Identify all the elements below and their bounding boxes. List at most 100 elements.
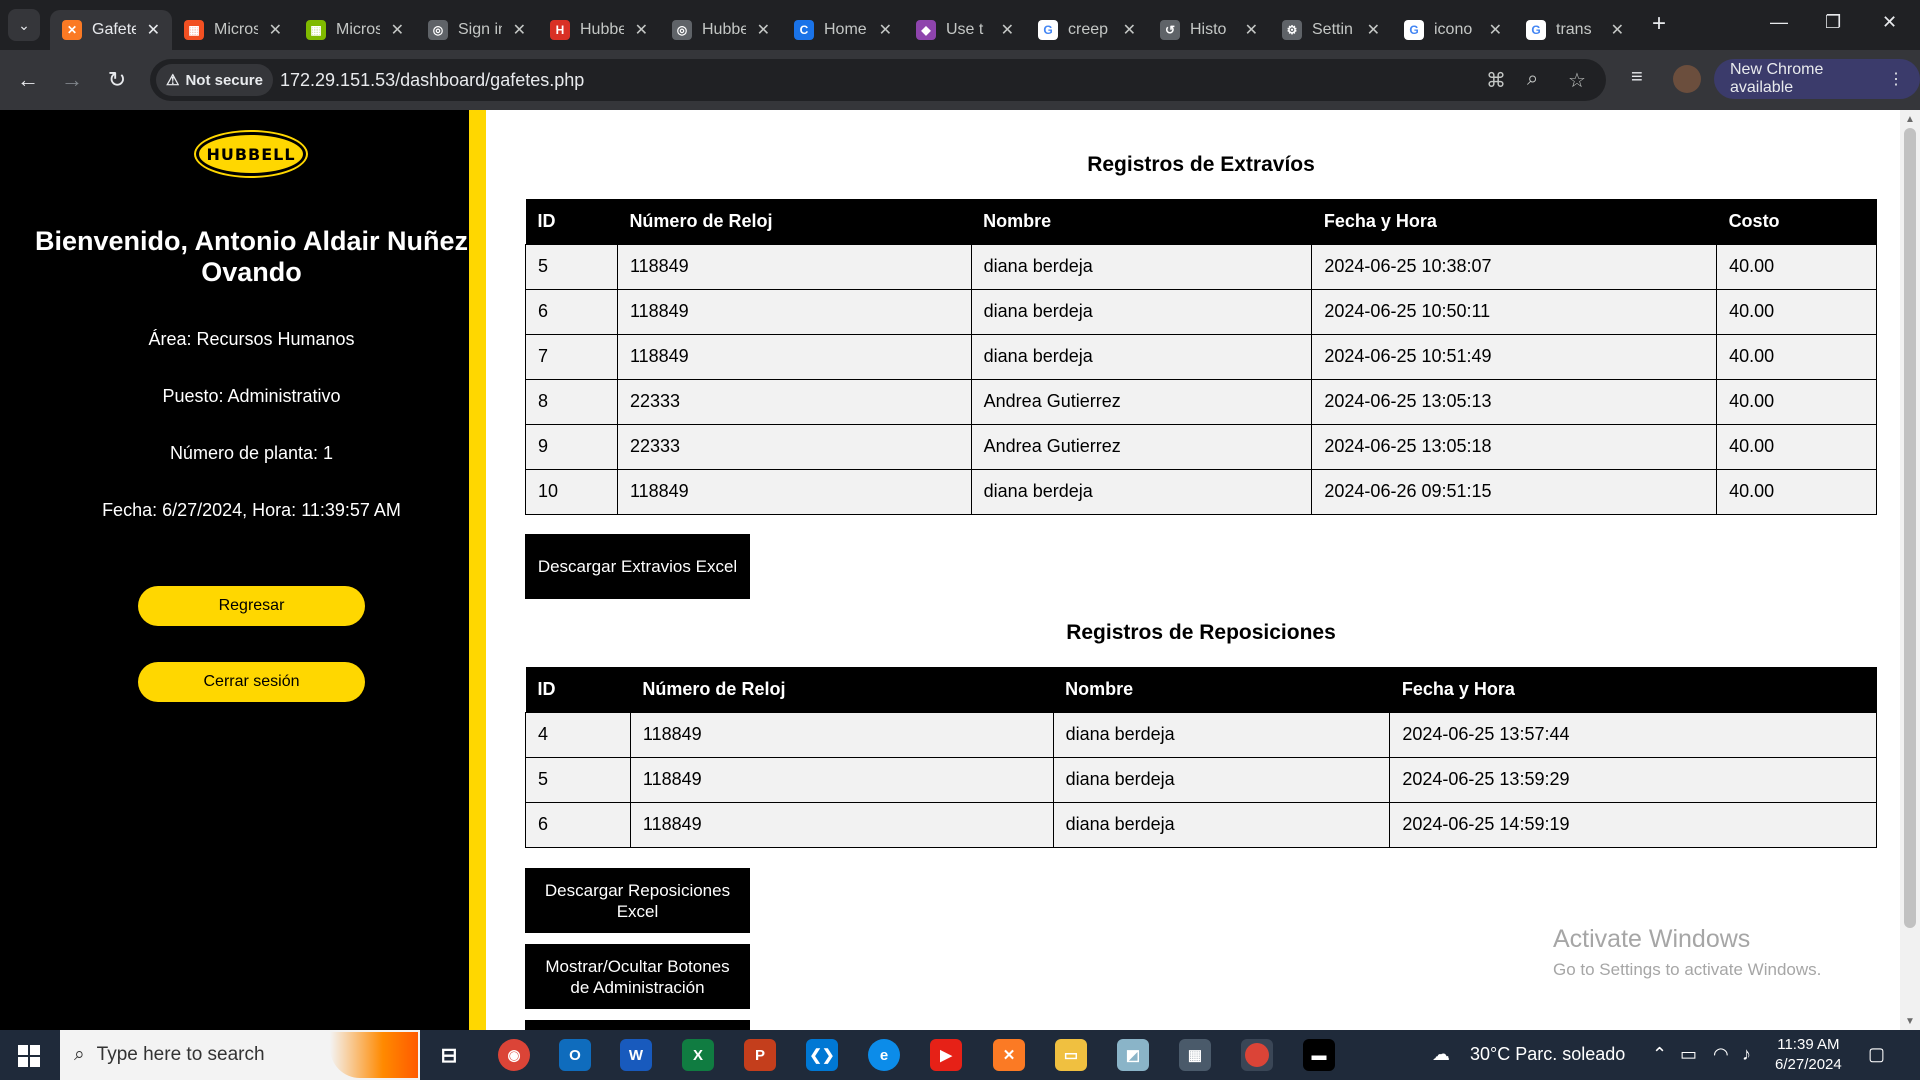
address-bar[interactable]: ⚠ Not secure 172.29.151.53/dashboard/gaf… (150, 59, 1606, 101)
security-chip[interactable]: ⚠ Not secure (156, 64, 273, 96)
tab-label: icono (1434, 21, 1473, 38)
volume-icon[interactable]: ♪ (1742, 1044, 1751, 1065)
close-icon[interactable]: ✕ (269, 20, 282, 40)
table-cell: 2024-06-25 13:57:44 (1389, 711, 1877, 758)
powerpoint-icon[interactable]: P (744, 1039, 776, 1071)
browser-tab-strip: ⌄ ✕ Gafetes ✕ ▦ Microsoft ✕ ▦ Microsoft ✕ ◎ Sign i… (0, 0, 1920, 50)
file-explorer-icon[interactable]: ▭ (1055, 1039, 1087, 1071)
close-icon[interactable]: ✕ (1611, 20, 1624, 40)
close-icon[interactable]: ✕ (1489, 20, 1502, 40)
browser-tab[interactable]: ✕ Gafetes ✕ (50, 10, 172, 50)
page-scrollbar[interactable]: ▲ ▼ (1900, 110, 1920, 1030)
browser-tab[interactable]: C Home ✕ (782, 10, 904, 50)
chrome-app-icon[interactable]: ◉ (498, 1039, 530, 1071)
close-icon[interactable]: ✕ (513, 20, 526, 40)
notifications-icon[interactable]: ▢ (1868, 1044, 1885, 1065)
download-extravios-button[interactable]: Descargar Extravios Excel (525, 534, 750, 599)
minimize-icon[interactable]: — (1770, 12, 1788, 33)
weather-text[interactable]: 30°C Parc. soleado (1470, 1044, 1625, 1065)
browser-tab[interactable]: ◎ Hubbell ✕ (660, 10, 782, 50)
table-cell: Andrea Gutierrez (970, 378, 1313, 425)
zoom-icon[interactable]: ⌕ (1527, 68, 1538, 91)
browser-tab[interactable]: H Hubbell ✕ (538, 10, 660, 50)
word-icon[interactable]: W (620, 1039, 652, 1071)
close-icon[interactable]: ✕ (1245, 20, 1258, 40)
table-cell: 40.00 (1716, 378, 1877, 425)
scroll-down-icon[interactable]: ▼ (1905, 1016, 1915, 1027)
scrollbar-thumb[interactable] (1904, 128, 1916, 928)
close-icon[interactable]: ✕ (879, 20, 892, 40)
google-icon: G (1526, 20, 1546, 40)
calculator-icon[interactable]: ▦ (1179, 1039, 1211, 1071)
table-row: 6 118849 diana berdeja 2024-06-25 10:50:11 4… (525, 288, 1877, 335)
table-cell: 118849 (629, 801, 1054, 848)
restore-icon[interactable]: ❐ (1825, 12, 1841, 33)
terminal-icon[interactable]: ▬ (1303, 1039, 1335, 1071)
browser-tab[interactable]: Gicono ✕ (1392, 10, 1514, 50)
security-label: Not secure (185, 71, 263, 89)
warning-icon: ⚠ (166, 72, 180, 89)
copilot-icon: ◆ (916, 20, 936, 40)
excel-icon[interactable]: X (682, 1039, 714, 1071)
task-view-icon[interactable]: ⊟ (433, 1039, 465, 1071)
more-menu-icon[interactable]: ⋮ (1888, 69, 1904, 89)
battery-icon[interactable]: ▭ (1680, 1044, 1697, 1065)
close-icon[interactable]: ✕ (147, 20, 160, 40)
url-text[interactable]: 172.29.151.53/dashboard/gafetes.php (280, 70, 584, 91)
back-arrow-icon[interactable]: ← (12, 64, 44, 96)
browser-tab[interactable]: ▦ Microsoft ✕ (172, 10, 294, 50)
windows-start-icon[interactable] (18, 1045, 40, 1067)
tab-label: Sign in (458, 21, 502, 38)
tab-label: Home (824, 21, 867, 38)
table-cell: 6 (525, 288, 618, 335)
logout-button[interactable]: Cerrar sesión (138, 662, 365, 702)
browser-tab[interactable]: ◎ Sign in ✕ (416, 10, 538, 50)
browser-tab[interactable]: Gcreep ✕ (1026, 10, 1148, 50)
tab-label: Hubbell (702, 21, 746, 38)
column-header: Nombre (1053, 667, 1390, 712)
chevron-up-icon[interactable]: ⌃ (1652, 1044, 1667, 1065)
wifi-icon[interactable]: ◠ (1713, 1044, 1729, 1065)
close-window-icon[interactable]: ✕ (1882, 12, 1897, 33)
microsoft-icon: ▦ (306, 20, 326, 40)
app-icon[interactable]: ◩ (1117, 1039, 1149, 1071)
scroll-up-icon[interactable]: ▲ (1905, 114, 1915, 125)
youtube-icon[interactable]: ▶ (930, 1039, 962, 1071)
close-icon[interactable]: ✕ (635, 20, 648, 40)
download-reposiciones-button[interactable]: Descargar Reposiciones Excel (525, 868, 750, 933)
outlook-icon[interactable]: O (559, 1039, 591, 1071)
tab-label: Gafetes (92, 21, 136, 38)
column-header: Número de Reloj (617, 199, 972, 244)
profile-avatar[interactable] (1673, 65, 1701, 93)
new-chrome-available-button[interactable]: New Chrome available ⋮ (1714, 59, 1920, 99)
regresar-button[interactable]: Regresar (138, 586, 365, 626)
clock-date: 6/27/2024 (1775, 1056, 1842, 1073)
reload-icon[interactable]: ↻ (101, 64, 133, 96)
browser-toolbar: ← → ↻ ⚠ Not secure 172.29.151.53/dashboa… (0, 50, 1920, 110)
browser-tab[interactable]: ◆ Use t ✕ (904, 10, 1026, 50)
close-icon[interactable]: ✕ (1367, 20, 1380, 40)
chrome-active-icon[interactable] (1241, 1039, 1273, 1071)
system-clock[interactable]: 11:39 AM 6/27/2024 (1775, 1035, 1842, 1075)
close-icon[interactable]: ✕ (1123, 20, 1136, 40)
media-control-icon[interactable]: ≡ (1631, 66, 1643, 89)
admin-button-partial[interactable] (525, 1020, 750, 1030)
close-icon[interactable]: ✕ (757, 20, 770, 40)
xampp-icon[interactable]: ✕ (993, 1039, 1025, 1071)
tab-search-button[interactable]: ⌄ (8, 9, 40, 41)
browser-tab[interactable]: Gtrans ✕ (1514, 10, 1636, 50)
new-tab-button[interactable]: + (1652, 10, 1666, 38)
vscode-icon[interactable]: ❮❯ (806, 1039, 838, 1071)
close-icon[interactable]: ✕ (1001, 20, 1014, 40)
close-icon[interactable]: ✕ (391, 20, 404, 40)
bookmark-star-icon[interactable]: ☆ (1568, 68, 1586, 93)
edge-icon[interactable]: e (868, 1039, 900, 1071)
translate-icon[interactable]: ⌘ (1486, 68, 1506, 93)
toggle-admin-buttons[interactable]: Mostrar/Ocultar Botones de Administració… (525, 944, 750, 1009)
browser-tab[interactable]: ▦ Microsoft ✕ (294, 10, 416, 50)
browser-tab[interactable]: ↺ Histo ✕ (1148, 10, 1270, 50)
table-cell: 118849 (616, 468, 972, 515)
browser-tab[interactable]: ⚙ Settin ✕ (1270, 10, 1392, 50)
column-header: Fecha y Hora (1389, 667, 1877, 712)
forward-arrow-icon[interactable]: → (56, 64, 88, 96)
